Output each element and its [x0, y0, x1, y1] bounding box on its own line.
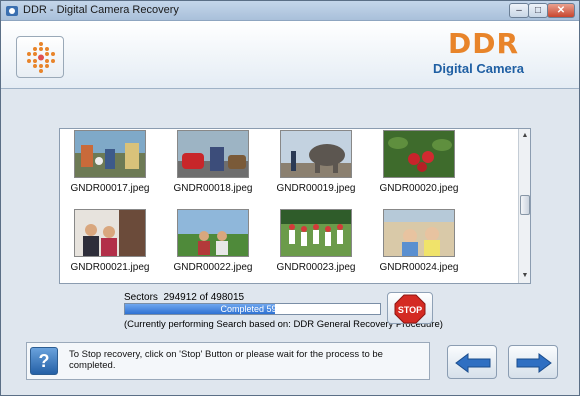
thumbnail-filename: GNDR00022.jpeg — [173, 262, 253, 273]
app-window: DDR - Digital Camera Recovery – □ ✕ DDR … — [0, 0, 580, 396]
thumbnail-item[interactable]: GNDR00019.jpeg — [276, 130, 356, 194]
scroll-down-icon[interactable]: ▼ — [520, 271, 530, 281]
vertical-scrollbar[interactable]: ▲ ▼ — [518, 129, 530, 283]
header-banner: DDR Digital Camera — [1, 21, 579, 89]
close-button[interactable]: ✕ — [547, 3, 575, 18]
thumbnail-item[interactable]: GNDR00021.jpeg — [70, 209, 150, 273]
photo-children-icon — [280, 209, 352, 257]
thumbnail-filename: GNDR00019.jpeg — [276, 183, 356, 194]
thumbnail-item[interactable]: GNDR00018.jpeg — [173, 130, 253, 194]
thumbnail-item[interactable]: GNDR00024.jpeg — [379, 209, 459, 273]
photo-family-icon — [74, 209, 146, 257]
logo-badge — [16, 36, 64, 78]
photo-cars-icon — [177, 130, 249, 178]
maximize-button[interactable]: □ — [528, 3, 548, 18]
recovered-files-panel[interactable]: GNDR00017.jpeg GNDR00018.jpeg GNDR00019.… — [59, 128, 531, 284]
title-bar[interactable]: DDR - Digital Camera Recovery – □ ✕ — [1, 1, 579, 21]
thumbnail-item[interactable]: GNDR00017.jpeg — [70, 130, 150, 194]
thumbnail-filename: GNDR00021.jpeg — [70, 262, 150, 273]
thumbnail-filename: GNDR00018.jpeg — [173, 183, 253, 194]
hint-text: To Stop recovery, click on 'Stop' Button… — [69, 349, 383, 371]
scrollbar-thumb[interactable] — [520, 195, 530, 215]
stop-sign-icon: STOP — [394, 294, 426, 324]
sectors-label: Sectors — [124, 292, 158, 303]
stop-button[interactable]: STOP — [387, 292, 433, 324]
dot-pattern-logo-icon — [27, 42, 55, 73]
thumbnail-item[interactable]: GNDR00020.jpeg — [379, 130, 459, 194]
thumbnail-filename: GNDR00023.jpeg — [276, 262, 356, 273]
arrow-right-icon — [516, 353, 552, 373]
photo-elephant-icon — [280, 130, 352, 178]
recovery-progress-bar: Completed 59% — [124, 303, 381, 315]
brand-subtitle: Digital Camera — [433, 61, 525, 76]
window-title: DDR - Digital Camera Recovery — [23, 4, 179, 16]
photo-parade-icon — [74, 130, 146, 178]
back-button[interactable] — [447, 345, 497, 379]
scroll-up-icon[interactable]: ▲ — [520, 131, 530, 141]
thumbnail-item[interactable]: GNDR00022.jpeg — [173, 209, 253, 273]
progress-text: Completed 59% — [220, 304, 285, 314]
thumbnail-item[interactable]: GNDR00023.jpeg — [276, 209, 356, 273]
next-button[interactable] — [508, 345, 558, 379]
photo-park-icon — [177, 209, 249, 257]
minimize-button[interactable]: – — [509, 3, 529, 18]
app-icon — [6, 6, 18, 16]
stop-label: STOP — [398, 305, 422, 315]
thumbnail-filename: GNDR00024.jpeg — [379, 262, 459, 273]
thumbnail-filename: GNDR00017.jpeg — [70, 183, 150, 194]
brand-logo-text: DDR — [448, 27, 520, 60]
hint-panel: ? To Stop recovery, click on 'Stop' Butt… — [26, 342, 430, 380]
photo-strawberries-icon — [383, 130, 455, 178]
sectors-status: Sectors 294912 of 498015 — [124, 292, 244, 303]
photo-babies-icon — [383, 209, 455, 257]
arrow-left-icon — [455, 353, 491, 373]
thumbnail-filename: GNDR00020.jpeg — [379, 183, 459, 194]
sectors-value: 294912 of 498015 — [163, 292, 245, 303]
help-button[interactable]: ? — [30, 347, 58, 375]
